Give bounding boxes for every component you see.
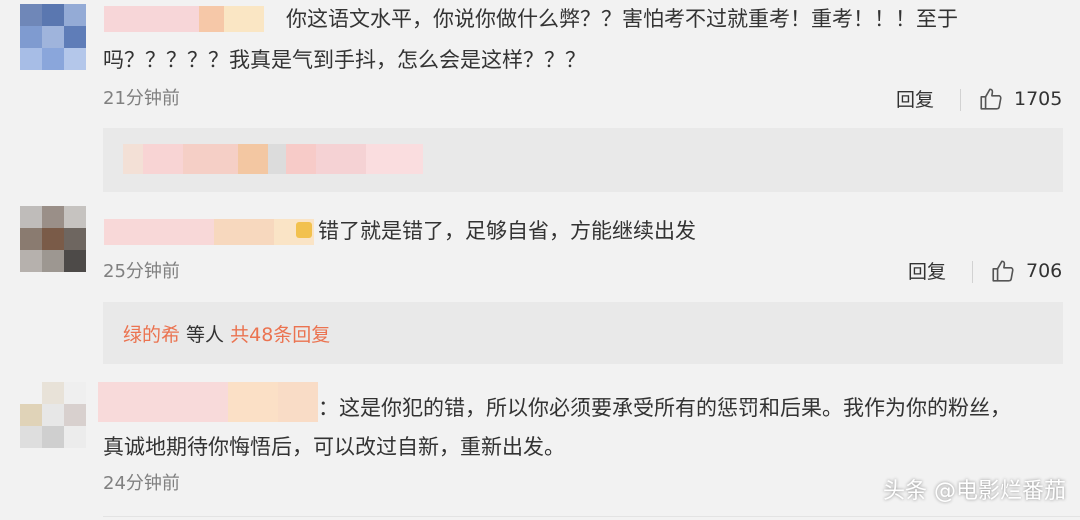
separator [960, 89, 961, 111]
thumbs-up-icon [990, 258, 1016, 284]
comment-timestamp: 21分钟前 [103, 88, 180, 109]
comment-text-line: 错了就是错了，足够自省，方能继续出发 [318, 219, 696, 243]
comment-text-line: 吗？？？？？我真是气到手抖，怎么会是这样？？？ [103, 48, 586, 72]
view-all-replies-link[interactable]: 共48条回复 [230, 320, 330, 347]
comment-text-line: ：这是你犯的错，所以你必须要承受所有的惩罚和后果。我作为你的粉丝， [318, 396, 1011, 420]
avatar[interactable] [20, 206, 86, 272]
like-button[interactable]: 706 [990, 258, 1062, 284]
bottom-divider [103, 516, 1080, 517]
sub-reply-author-link[interactable]: 绿的希 [123, 320, 180, 347]
comment-text-line: 你这语文水平，你说你做什么弊？？害怕考不过就重考！重考！！！至于 [286, 7, 958, 31]
thumbs-up-icon [978, 86, 1004, 112]
comment-timestamp: 25分钟前 [103, 261, 180, 282]
comment-text-line: 真诚地期待你悔悟后，可以改过自新，重新出发。 [103, 435, 565, 459]
avatar[interactable] [20, 4, 86, 70]
blurred-username[interactable] [104, 219, 314, 245]
blurred-username[interactable] [98, 382, 318, 422]
sub-replies-box[interactable]: 绿的希 等人 共48条回复 [103, 302, 1063, 364]
comment-timestamp: 24分钟前 [103, 473, 180, 494]
like-button[interactable]: 1705 [978, 86, 1062, 112]
separator [972, 261, 973, 283]
avatar[interactable] [20, 382, 86, 448]
sub-reply-text: 等人 [180, 323, 231, 346]
badge-icon [296, 222, 312, 238]
reply-button[interactable]: 回复 [896, 88, 934, 112]
watermark: 头条 @电影烂番茄 [883, 479, 1066, 504]
reply-preview-box[interactable] [103, 128, 1063, 192]
reply-button[interactable]: 回复 [908, 260, 946, 284]
like-count: 706 [1026, 260, 1063, 282]
blurred-reply-preview [123, 144, 423, 174]
like-count: 1705 [1014, 88, 1063, 110]
blurred-username[interactable] [104, 6, 264, 32]
